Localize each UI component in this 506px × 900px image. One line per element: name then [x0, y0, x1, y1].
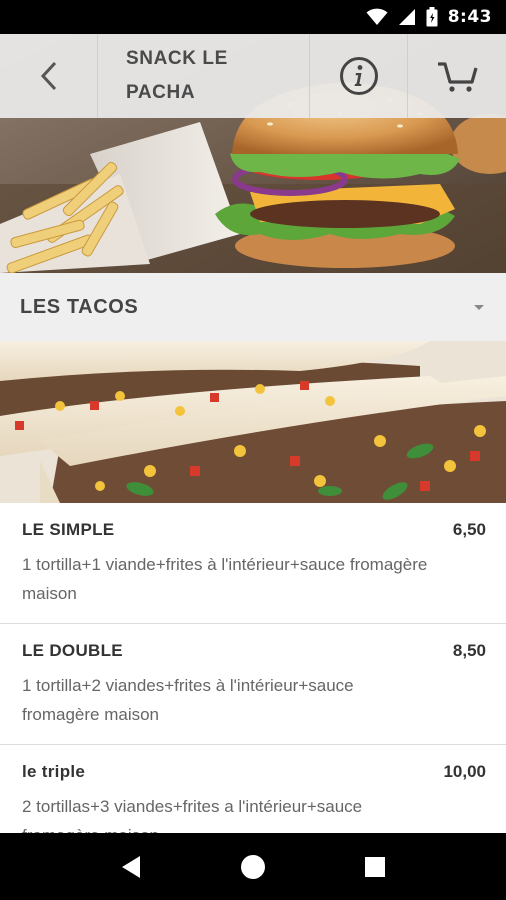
menu-list: LE SIMPLE 6,50 1 tortilla+1 viande+frite…: [0, 503, 506, 833]
nav-home-button[interactable]: [231, 845, 275, 889]
cart-button[interactable]: [408, 34, 506, 118]
nav-back-button[interactable]: [109, 845, 153, 889]
nav-recents-icon: [365, 856, 385, 877]
nav-home-icon: [241, 854, 265, 879]
nav-recents-button[interactable]: [353, 845, 397, 889]
menu-item-name: LE DOUBLE: [22, 641, 123, 660]
cart-icon: [438, 62, 478, 92]
menu-item-price: 8,50: [452, 641, 486, 660]
wifi-icon: [366, 8, 388, 25]
chevron-left-icon: [40, 61, 56, 91]
app-header: SNACK LE PACHA: [0, 34, 506, 118]
status-bar: 8:43: [0, 0, 506, 34]
dropdown-caret-icon: [474, 304, 484, 310]
category-image: [0, 341, 506, 503]
menu-item-price: 10,00: [443, 762, 486, 781]
category-title: LES TACOS: [20, 295, 139, 318]
info-icon: [339, 57, 378, 95]
category-header[interactable]: LES TACOS: [0, 273, 506, 341]
menu-item[interactable]: LE DOUBLE 8,50 1 tortilla+2 viandes+frit…: [0, 624, 506, 745]
system-nav-bar: [0, 833, 506, 900]
menu-item-description: 2 tortillas+3 viandes+frites a l'intérie…: [22, 797, 363, 833]
status-time: 8:43: [447, 7, 492, 27]
back-button[interactable]: [0, 34, 98, 118]
signal-icon: [398, 9, 415, 25]
info-button[interactable]: [310, 34, 408, 118]
menu-item-name: LE SIMPLE: [22, 520, 115, 539]
menu-item-description: 1 tortilla+2 viandes+frites à l'intérieu…: [22, 676, 354, 724]
tacos-illustration: [0, 341, 506, 503]
menu-item-description: 1 tortilla+1 viande+frites à l'intérieur…: [22, 555, 428, 603]
menu-item[interactable]: LE SIMPLE 6,50 1 tortilla+1 viande+frite…: [0, 503, 506, 624]
nav-back-icon: [122, 855, 140, 878]
menu-item-name: le triple: [22, 762, 86, 781]
battery-icon: [426, 7, 438, 27]
app-title: SNACK LE PACHA: [126, 48, 228, 103]
title-container: SNACK LE PACHA: [98, 34, 310, 118]
menu-item-price: 6,50: [452, 520, 486, 539]
menu-item[interactable]: le triple 10,00 2 tortillas+3 viandes+fr…: [0, 745, 506, 833]
